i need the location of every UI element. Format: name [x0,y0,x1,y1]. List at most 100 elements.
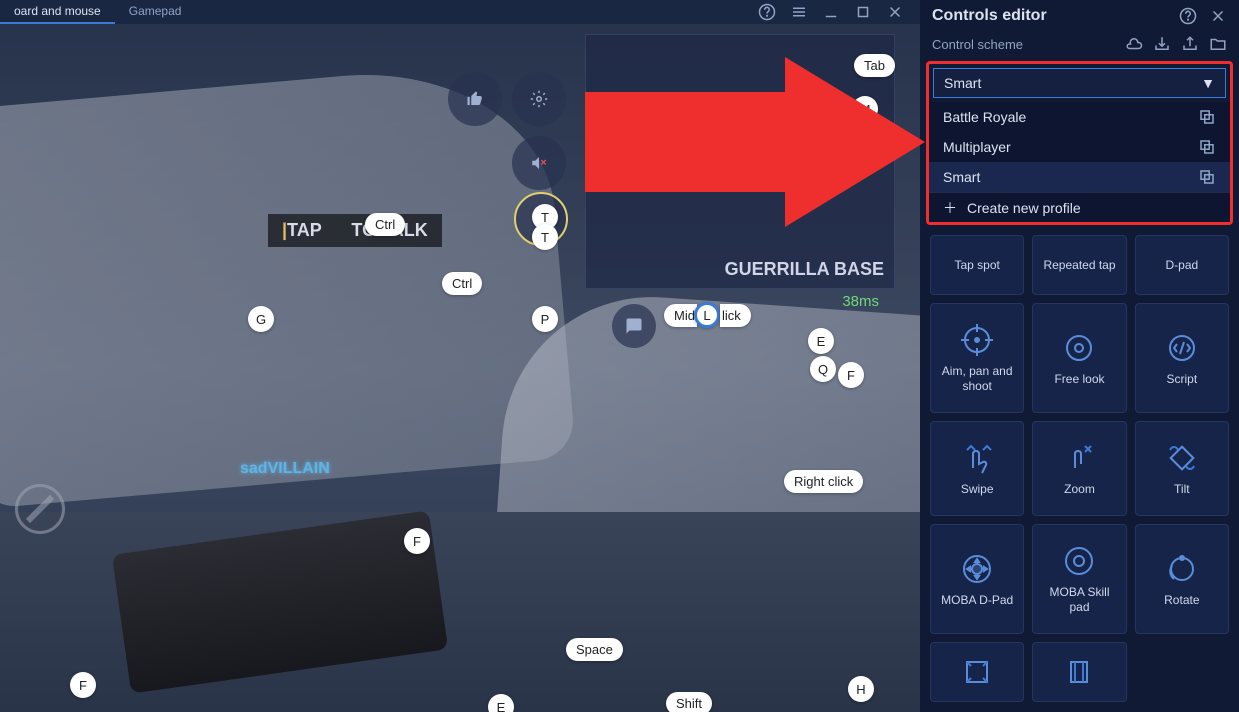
noentry-icon [15,484,65,534]
thumbs-up-icon[interactable] [448,72,502,126]
window-controls [748,0,914,24]
help-icon[interactable] [1179,7,1197,25]
control-swipe[interactable]: Swipe [930,421,1024,516]
scheme-label: Control scheme [932,37,1023,52]
control-moba-dpad[interactable]: MOBA D-Pad [930,524,1024,634]
control-script[interactable]: Script [1135,303,1229,413]
rotate-icon [1164,551,1200,587]
key-right-click[interactable]: Right click [784,470,863,493]
ship-decor-1 [0,59,576,510]
copy-icon[interactable] [1198,168,1216,186]
copy-icon[interactable] [1198,138,1216,156]
chevron-down-icon: ▼ [1201,75,1215,91]
crosshair-icon [959,322,995,358]
control-label: Zoom [1064,482,1095,497]
control-tilt[interactable]: Tilt [1135,421,1229,516]
close-icon[interactable] [1209,7,1227,25]
folder-icon[interactable] [1209,35,1227,53]
scheme-option-label: Battle Royale [943,109,1026,125]
scheme-option-multiplayer[interactable]: Multiplayer [929,132,1230,162]
control-label: D-pad [1165,258,1198,273]
tab-keyboard-mouse[interactable]: oard and mouse [0,0,115,24]
key-f-1[interactable]: F [838,362,864,388]
minimap: GUERRILLA BASE 38ms [585,34,895,289]
maximize-icon[interactable] [854,3,872,21]
key-g[interactable]: G [248,306,274,332]
menu-icon[interactable] [790,3,808,21]
game-viewport[interactable]: GUERRILLA BASE 38ms |TAP xx TO TALK sadV… [0,24,920,712]
controls-editor-panel: Controls editor Control scheme Smart ▼ B… [920,0,1239,712]
swipe-icon [959,440,995,476]
key-f-3[interactable]: F [70,672,96,698]
scheme-option-label: Multiplayer [943,139,1011,155]
key-h[interactable]: H [848,676,874,702]
control-zoom[interactable]: Zoom [1032,421,1126,516]
scheme-option-battle-royale[interactable]: Battle Royale [929,102,1230,132]
key-tab[interactable]: Tab [854,54,895,77]
plus-icon: ＋ [943,198,957,218]
edge-scroll-icon [959,654,995,690]
eye-icon [1061,330,1097,366]
tap-to-talk-hint: |TAP xx TO TALK [268,214,442,247]
panel-title: Controls editor [932,7,1047,25]
script-icon [1164,330,1200,366]
key-e[interactable]: E [808,328,834,354]
control-aim-pan-shoot[interactable]: Aim, pan and shoot [930,303,1024,413]
scheme-dropdown-button[interactable]: Smart ▼ [933,68,1226,98]
key-q[interactable]: Q [810,356,836,382]
pan-icon [1061,654,1097,690]
control-label: Aim, pan and shoot [937,364,1017,394]
key-mid-click-left[interactable]: Mid [664,304,697,327]
control-rotate[interactable]: Rotate [1135,524,1229,634]
minimize-icon[interactable] [822,3,840,21]
scheme-option-smart[interactable]: Smart [929,162,1230,192]
key-m[interactable]: M [852,96,878,122]
control-label: Rotate [1164,593,1199,608]
close-icon[interactable] [886,3,904,21]
control-extra-2[interactable] [1032,642,1126,702]
key-t-2[interactable]: T [532,224,558,250]
key-space[interactable]: Space [566,638,623,661]
control-label: Free look [1054,372,1104,387]
control-repeated-tap[interactable]: Repeated tap [1032,235,1126,295]
create-new-profile[interactable]: ＋ Create new profile [929,192,1230,222]
key-p[interactable]: P [532,306,558,332]
control-label: MOBA D-Pad [941,593,1013,608]
tilt-icon [1164,440,1200,476]
controls-grid: Tap spot Repeated tap D-pad Aim, pan and… [920,225,1239,712]
control-label: MOBA Skill pad [1039,585,1119,615]
export-icon[interactable] [1181,35,1199,53]
import-icon[interactable] [1153,35,1171,53]
copy-icon[interactable] [1198,108,1216,126]
control-tap-spot[interactable]: Tap spot [930,235,1024,295]
control-free-look[interactable]: Free look [1032,303,1126,413]
key-ctrl-2[interactable]: Ctrl [442,272,482,295]
mute-icon[interactable] [512,136,566,190]
scheme-dropdown-selected: Smart [944,75,981,91]
help-icon[interactable] [758,3,776,21]
zoom-icon [1061,440,1097,476]
key-mid-click-right[interactable]: lick [720,304,751,327]
moba-skill-icon [1061,543,1097,579]
gear-icon[interactable] [512,72,566,126]
key-ctrl-1[interactable]: Ctrl [365,213,405,236]
tab-gamepad[interactable]: Gamepad [115,0,196,24]
control-label: Tap spot [954,258,999,273]
scheme-dropdown-list: Battle Royale Multiplayer Smart ＋ Create… [929,102,1230,222]
key-f-2[interactable]: F [404,528,430,554]
scheme-row: Control scheme [920,31,1239,61]
control-label: Script [1166,372,1197,387]
control-label: Repeated tap [1043,258,1115,273]
control-label: Swipe [961,482,994,497]
chat-icon[interactable] [612,304,656,348]
control-extra-1[interactable] [930,642,1024,702]
control-moba-skill[interactable]: MOBA Skill pad [1032,524,1126,634]
key-l[interactable]: L [694,302,720,328]
key-shift[interactable]: Shift [666,692,712,712]
scheme-dropdown-highlight: Smart ▼ Battle Royale Multiplayer Smart … [926,61,1233,225]
moba-dpad-icon [959,551,995,587]
create-new-label: Create new profile [967,200,1081,216]
ping-text: 38ms [842,293,879,310]
control-d-pad[interactable]: D-pad [1135,235,1229,295]
cloud-icon[interactable] [1125,35,1143,53]
